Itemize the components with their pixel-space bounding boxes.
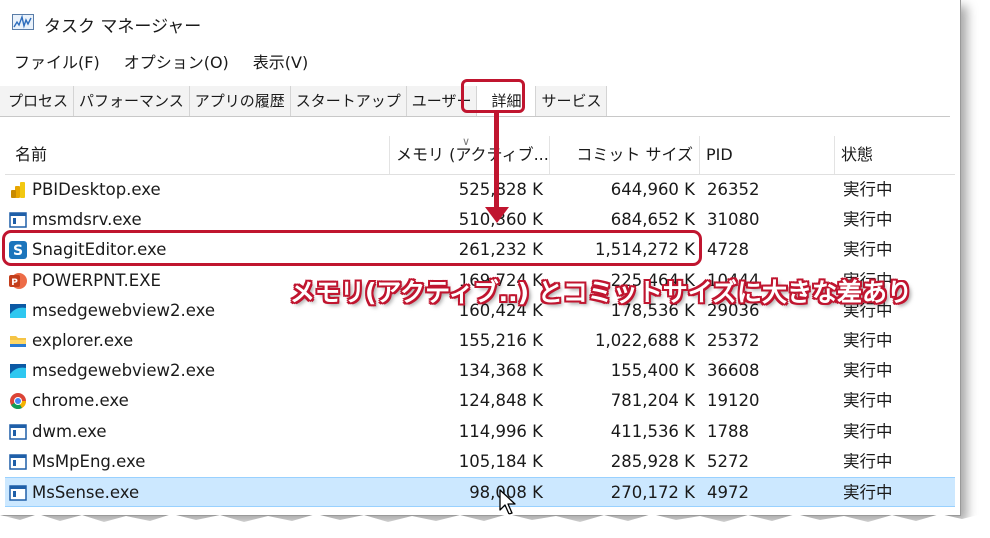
menu-view[interactable]: 表示(V) xyxy=(241,50,320,76)
window-app-icon xyxy=(9,423,27,440)
table-row[interactable]: MsMpEng.exe 105,184 K 285,928 K 5272 実行中 xyxy=(5,447,955,477)
process-name: msedgewebview2.exe xyxy=(32,300,216,320)
table-row[interactable]: PBIDesktop.exe 525,828 K 644,960 K 26352… xyxy=(5,175,955,205)
memory-value: 98,008 K xyxy=(469,482,543,502)
memory-value: 525,828 K xyxy=(458,180,543,199)
torn-edge xyxy=(0,512,990,538)
status-value: 実行中 xyxy=(843,391,893,411)
status-value: 実行中 xyxy=(843,482,893,502)
commit-value: 1,022,688 K xyxy=(594,330,695,350)
folder-icon xyxy=(10,335,26,347)
pid-value: 26352 xyxy=(707,180,760,199)
commit-value: 781,204 K xyxy=(610,391,695,411)
process-name: explorer.exe xyxy=(32,330,134,350)
svg-text:P: P xyxy=(11,278,18,288)
window-app-icon xyxy=(9,453,27,470)
window-title: タスク マネージャー xyxy=(44,17,202,37)
memory-value: 124,848 K xyxy=(458,391,543,411)
pid-value: 4972 xyxy=(707,482,749,502)
memory-value: 134,368 K xyxy=(458,361,543,381)
snagit-row-highlight xyxy=(2,230,702,266)
col-header-status[interactable]: 状態 xyxy=(835,136,955,174)
memory-value: 114,996 K xyxy=(458,421,543,441)
tab-startup[interactable]: スタートアップ xyxy=(290,86,407,116)
tab-performance[interactable]: パフォーマンス xyxy=(74,86,190,116)
pid-value: 5272 xyxy=(707,451,749,471)
title-bar: タスク マネージャー xyxy=(0,0,960,44)
status-value: 実行中 xyxy=(843,180,893,199)
tab-app-history[interactable]: アプリの履歴 xyxy=(189,86,291,116)
process-name: POWERPNT.EXE xyxy=(32,270,161,290)
process-name: MsMpEng.exe xyxy=(32,451,146,471)
pid-value: 19120 xyxy=(707,391,760,411)
col-header-commit[interactable]: コミット サイズ xyxy=(550,136,700,174)
performance-graph-icon xyxy=(12,14,34,30)
memory-value: 155,216 K xyxy=(458,330,543,350)
menu-options[interactable]: オプション(O) xyxy=(112,50,241,76)
pid-value: 4728 xyxy=(707,240,749,260)
commit-value: 270,172 K xyxy=(610,482,695,502)
status-value: 実行中 xyxy=(843,210,893,230)
status-value: 実行中 xyxy=(843,361,893,381)
tab-processes[interactable]: プロセス xyxy=(0,86,75,116)
commit-value: 411,536 K xyxy=(610,421,695,441)
col-header-pid[interactable]: PID xyxy=(700,136,835,174)
pid-value: 31080 xyxy=(707,210,760,230)
annotation-arrow-head xyxy=(485,207,509,223)
menu-bar: ファイル(F) オプション(O) 表示(V) xyxy=(0,50,320,76)
power-bi-icon xyxy=(11,182,25,198)
process-name: PBIDesktop.exe xyxy=(32,180,161,199)
memory-value: 105,184 K xyxy=(458,451,543,471)
commit-value: 285,928 K xyxy=(610,451,695,471)
col-header-name[interactable]: 名前 xyxy=(5,136,390,174)
powerpoint-icon: P xyxy=(9,272,27,289)
chrome-icon xyxy=(10,393,27,410)
edge-webview-icon xyxy=(10,364,26,379)
pid-value: 25372 xyxy=(707,330,760,350)
table-row[interactable]: chrome.exe 124,848 K 781,204 K 19120 実行中 xyxy=(5,386,955,416)
status-value: 実行中 xyxy=(843,330,893,350)
process-name: dwm.exe xyxy=(32,421,107,441)
menu-file[interactable]: ファイル(F) xyxy=(0,50,112,76)
window-app-icon xyxy=(9,485,27,501)
status-value: 実行中 xyxy=(843,421,893,441)
table-header: 名前 メモリ (アクティブ... コミット サイズ PID 状態 xyxy=(5,136,955,175)
status-value: 実行中 xyxy=(843,451,893,471)
status-value: 実行中 xyxy=(843,240,893,260)
annotation-arrow xyxy=(494,113,499,213)
table-row[interactable]: msedgewebview2.exe 134,368 K 155,400 K 3… xyxy=(5,356,955,386)
table-row-selected[interactable]: MsSense.exe 98,008 K 270,172 K 4972 実行中 xyxy=(5,476,955,508)
window-app-icon xyxy=(9,212,27,228)
col-header-memory[interactable]: メモリ (アクティブ... xyxy=(390,136,550,174)
details-tab-highlight xyxy=(461,79,525,113)
commit-value: 155,400 K xyxy=(610,361,695,381)
tab-services[interactable]: サービス xyxy=(536,86,608,116)
pid-value: 1788 xyxy=(707,421,749,441)
annotation-callout: メモリ(アクティブ..) とコミットサイズに大きな差あり xyxy=(290,278,913,307)
process-name: chrome.exe xyxy=(32,391,129,411)
pid-value: 36608 xyxy=(707,361,760,381)
process-name: MsSense.exe xyxy=(32,482,140,502)
table-row[interactable]: explorer.exe 155,216 K 1,022,688 K 25372… xyxy=(5,326,955,356)
details-table: 名前 メモリ (アクティブ... コミット サイズ PID 状態 PBIDesk… xyxy=(5,136,955,508)
commit-value: 644,960 K xyxy=(610,180,695,199)
table-row[interactable]: dwm.exe 114,996 K 411,536 K 1788 実行中 xyxy=(5,417,955,447)
edge-webview-icon xyxy=(10,303,26,318)
process-name: msedgewebview2.exe xyxy=(32,361,216,381)
